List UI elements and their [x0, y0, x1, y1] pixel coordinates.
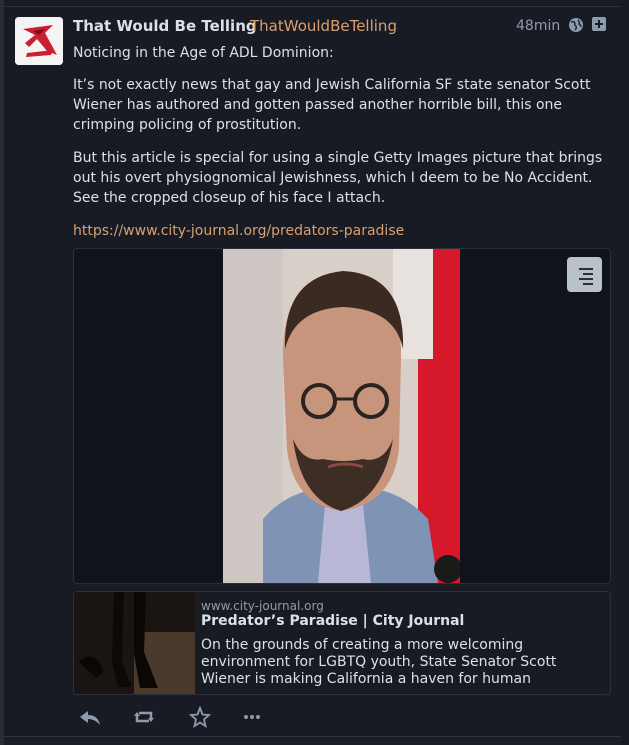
logo-avatar	[15, 17, 63, 65]
favourite-icon[interactable]	[187, 705, 213, 729]
next-status-divider	[4, 736, 621, 745]
avatar[interactable]	[15, 17, 63, 65]
globe-icon	[569, 18, 583, 32]
boost-icon[interactable]	[131, 705, 157, 729]
card-description: On the grounds of creating a more welcom…	[201, 637, 557, 687]
display-name[interactable]: That Would Be Telling	[73, 17, 257, 35]
status-post[interactable]: That Would Be Telling ThatWouldBeTelling…	[0, 0, 629, 745]
paragraph: It’s not exactly news that gay and Jewis…	[73, 77, 591, 133]
card-title[interactable]: Predator’s Paradise | City Journal	[201, 613, 464, 629]
more-icon[interactable]	[239, 705, 265, 729]
card-host: www.city-journal.org	[201, 599, 324, 613]
status-header: That Would Be Telling ThatWouldBeTelling…	[73, 16, 613, 36]
paragraph: But this article is special for using a …	[73, 150, 603, 206]
timeline-column: That Would Be Telling ThatWouldBeTelling…	[0, 0, 629, 745]
reply-icon[interactable]	[77, 705, 103, 729]
card-thumbnail	[74, 592, 195, 694]
hide-media-icon[interactable]	[567, 257, 602, 292]
account-handle[interactable]: ThatWouldBeTelling	[250, 17, 397, 35]
paragraph: Noticing in the Age of ADL Dominion:	[73, 45, 334, 61]
attached-photo[interactable]	[223, 249, 460, 583]
article-link[interactable]: https://www.city-journal.org/predators-p…	[73, 221, 613, 241]
action-bar	[73, 705, 373, 729]
media-attachment[interactable]	[73, 248, 611, 584]
plus-square-icon[interactable]	[592, 17, 606, 31]
relative-time[interactable]: 48min	[516, 18, 560, 34]
link-preview-card[interactable]: www.city-journal.org Predator’s Paradise…	[73, 591, 611, 695]
